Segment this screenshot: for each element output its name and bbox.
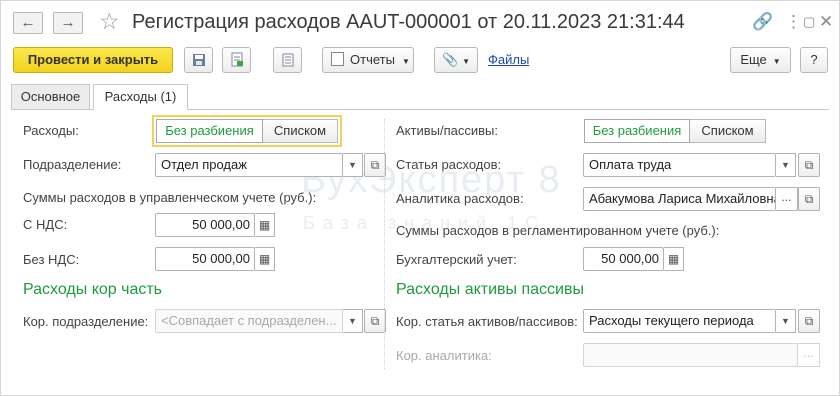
expenses-label: Расходы:	[23, 123, 79, 138]
corr-department-label: Кор. подразделение:	[23, 314, 149, 329]
back-button[interactable]: ←	[13, 12, 43, 34]
without-vat-field[interactable]: 50 000,00	[155, 247, 255, 271]
expense-item-open-button[interactable]: ⧉	[798, 153, 820, 177]
analytics-field[interactable]: Абакумова Лариса Михайловна	[583, 187, 776, 211]
expense-item-label: Статья расходов:	[396, 157, 502, 172]
paperclip-icon: 📎	[441, 52, 459, 67]
chevron-down-icon: ▼	[772, 57, 781, 66]
corr-analytics-select-button[interactable]: ...	[798, 343, 820, 367]
save-icon	[192, 54, 205, 66]
help-button[interactable]: ?	[800, 47, 828, 73]
corr-item-label: Кор. статья активов/пассивов:	[396, 314, 578, 329]
post-and-close-button[interactable]: Провести и закрыть	[13, 47, 173, 73]
corr-item-field[interactable]: Расходы текущего периода	[583, 309, 776, 333]
more-vertical-icon[interactable]: ⋮	[785, 12, 802, 32]
attachments-button[interactable]: 📎 ▼	[434, 47, 478, 73]
corr-item-open-button[interactable]: ⧉	[798, 309, 820, 333]
calculator-icon: ▦	[667, 252, 680, 266]
accounting-field[interactable]: 50 000,00	[583, 247, 664, 271]
assets-no-split-option[interactable]: Без разбиения	[584, 119, 690, 143]
accounting-calculator-button[interactable]: ▦	[664, 247, 684, 271]
forward-button[interactable]: →	[53, 12, 83, 34]
post-button[interactable]	[222, 47, 251, 73]
calculator-icon: ▦	[258, 252, 271, 266]
save-button[interactable]	[184, 47, 213, 73]
corr-analytics-label: Кор. аналитика:	[396, 348, 492, 363]
chevron-down-icon: ▼	[462, 57, 471, 66]
open-window-icon: ⧉	[370, 314, 380, 328]
structure-button[interactable]	[273, 47, 302, 73]
department-field[interactable]: Отдел продаж	[155, 153, 343, 177]
analytics-label: Аналитика расходов:	[396, 191, 524, 206]
arrow-left-icon: ←	[20, 14, 36, 31]
title-bar: ← → ☆ Регистрация расходов AAUT-000001 о…	[1, 1, 839, 43]
expense-item-field[interactable]: Оплата труда	[583, 153, 776, 177]
expenses-mode-switch: Без разбиения Списком	[152, 115, 342, 147]
ellipsis-icon: ...	[803, 346, 814, 360]
corr-department-open-button[interactable]: ⧉	[364, 309, 386, 333]
corr-department-field[interactable]: <Совпадает с подразделен...	[155, 309, 343, 333]
arrow-right-icon: →	[60, 14, 76, 31]
section-title-corr: Расходы кор часть	[23, 281, 163, 298]
expense-item-dropdown[interactable]: ▼	[776, 153, 796, 177]
tab-expenses[interactable]: Расходы (1)	[93, 84, 188, 110]
maximize-icon[interactable]: ▢	[803, 12, 815, 32]
document-list-icon	[282, 53, 293, 67]
chevron-down-icon: ▼	[401, 57, 410, 66]
no-split-option[interactable]: Без разбиения	[156, 119, 263, 143]
reports-label: Отчеты	[350, 52, 395, 67]
chevron-down-icon: ▼	[781, 160, 790, 170]
reports-menu-button[interactable]: Отчеты ▼	[322, 47, 414, 73]
corr-analytics-field[interactable]	[583, 343, 798, 367]
star-icon[interactable]: ☆	[99, 8, 120, 34]
section-title-assets: Расходы активы пассивы	[396, 281, 584, 298]
analytics-open-button[interactable]: ⧉	[798, 187, 820, 211]
files-link[interactable]: Файлы	[488, 52, 529, 67]
document-post-icon	[231, 52, 243, 67]
corr-item-dropdown[interactable]: ▼	[776, 309, 796, 333]
without-vat-calculator-button[interactable]: ▦	[255, 247, 275, 271]
with-vat-calculator-button[interactable]: ▦	[255, 213, 275, 237]
close-icon[interactable]: ✕	[819, 12, 833, 32]
open-window-icon: ⧉	[370, 158, 380, 172]
page-title: Регистрация расходов AAUT-000001 от 20.1…	[132, 11, 685, 33]
without-vat-label: Без НДС:	[23, 252, 80, 267]
chevron-down-icon: ▼	[781, 316, 790, 326]
more-menu-button[interactable]: Еще ▼	[730, 47, 791, 73]
analytics-select-button[interactable]: ...	[776, 187, 798, 211]
document-window: ← → ☆ Регистрация расходов AAUT-000001 о…	[0, 0, 840, 396]
more-label: Еще	[740, 52, 767, 67]
reports-icon	[331, 52, 344, 66]
accounting-label: Бухгалтерский учет:	[396, 252, 517, 267]
tab-main[interactable]: Основное	[11, 84, 90, 109]
ellipsis-icon: ...	[781, 190, 792, 204]
assets-mode-switch: Без разбиения Списком	[584, 119, 766, 143]
chevron-down-icon: ▼	[348, 316, 357, 326]
department-dropdown[interactable]: ▼	[343, 153, 363, 177]
calculator-icon: ▦	[258, 218, 271, 232]
regl-sums-label: Суммы расходов в регламентированном учет…	[396, 223, 720, 238]
open-window-icon: ⧉	[804, 192, 814, 206]
corr-department-dropdown[interactable]: ▼	[343, 309, 363, 333]
column-separator	[384, 119, 386, 369]
chevron-down-icon: ▼	[348, 160, 357, 170]
assets-label: Активы/пассивы:	[396, 123, 498, 138]
with-vat-label: С НДС:	[23, 217, 68, 232]
department-label: Подразделение:	[23, 157, 122, 172]
list-option[interactable]: Списком	[263, 119, 338, 143]
with-vat-field[interactable]: 50 000,00	[155, 213, 255, 237]
mgmt-sums-label: Суммы расходов в управленческом учете (р…	[23, 190, 317, 205]
link-icon[interactable]: 🔗	[752, 12, 773, 32]
department-open-button[interactable]: ⧉	[364, 153, 386, 177]
assets-list-option[interactable]: Списком	[690, 119, 766, 143]
open-window-icon: ⧉	[804, 158, 814, 172]
open-window-icon: ⧉	[804, 314, 814, 328]
